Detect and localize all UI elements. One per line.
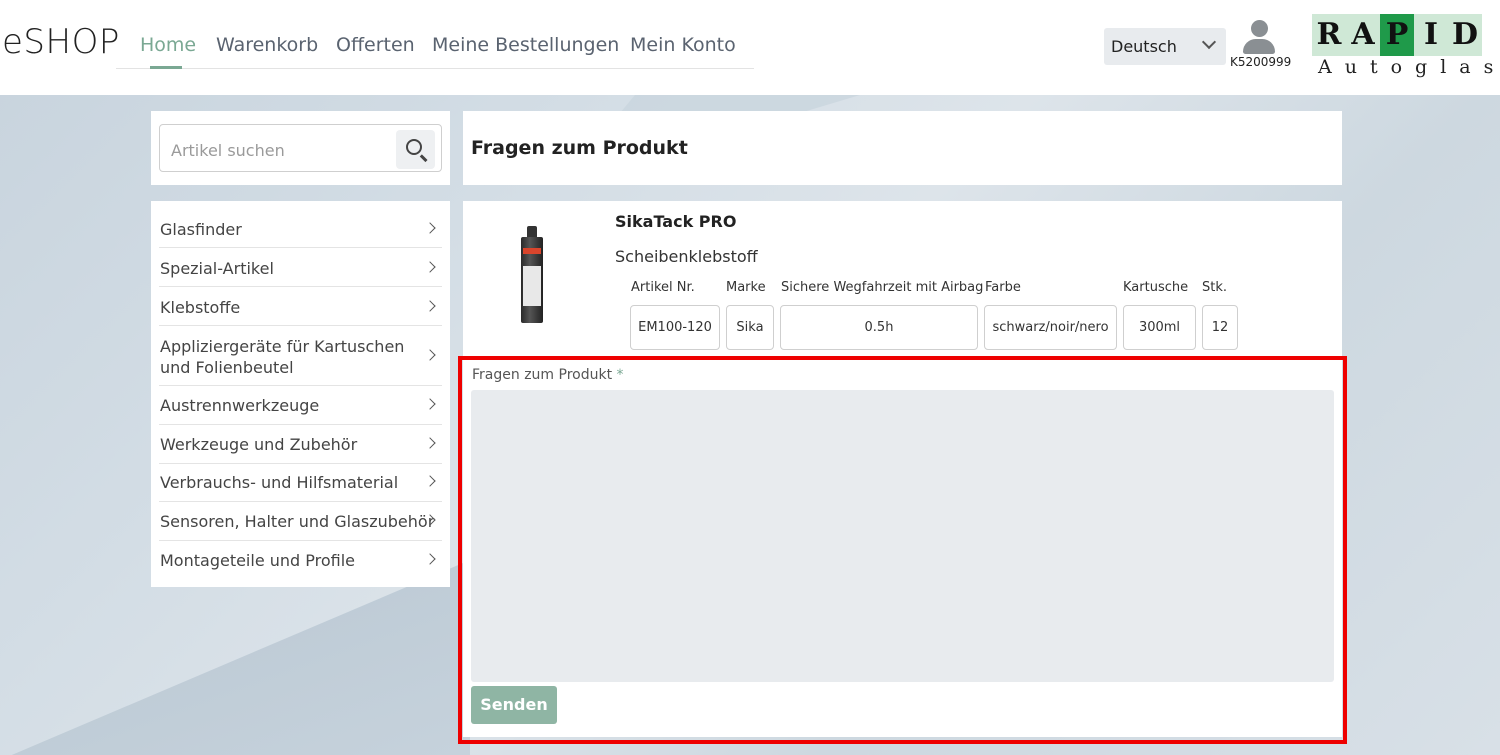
main-nav: Home Warenkorb Offerten Meine Bestellung… <box>116 0 754 69</box>
nav-home[interactable]: Home <box>140 34 196 56</box>
nav-orders[interactable]: Meine Bestellungen <box>432 34 619 56</box>
top-bar: eSHOP Home Warenkorb Offerten Meine Best… <box>0 0 1500 95</box>
sidebar-item-verbrauchsmaterial[interactable]: Verbrauchs- und Hilfsmaterial <box>159 464 442 502</box>
language-select[interactable]: Deutsch <box>1104 28 1226 65</box>
sidebar-item-sensoren[interactable]: Sensoren, Halter und Glaszubehör <box>159 502 442 541</box>
spec-label-stk: Stk. <box>1202 280 1228 295</box>
nav-account[interactable]: Mein Konto <box>630 34 736 56</box>
sidebar-item-appliziergeraete[interactable]: Appliziergeräte für Kartuschen und Folie… <box>159 326 442 386</box>
product-image <box>517 226 547 328</box>
spec-label-kartusche: Kartusche <box>1123 280 1189 295</box>
spec-label-wegfahrzeit: Sichere Wegfahrzeit mit Airbag <box>781 280 984 295</box>
spec-label-farbe: Farbe <box>985 280 1021 295</box>
chevron-right-icon <box>424 475 436 487</box>
chevron-right-icon <box>424 300 436 312</box>
spec-label-marke: Marke <box>726 280 766 295</box>
chevron-right-icon <box>424 349 436 361</box>
highlight-box <box>458 356 1347 744</box>
user-icon[interactable] <box>1242 20 1276 56</box>
chevron-right-icon <box>424 398 436 410</box>
search-button[interactable] <box>396 130 435 169</box>
page-title: Fragen zum Produkt <box>471 137 688 159</box>
chevron-right-icon <box>424 222 436 234</box>
sidebar-item-montageteile[interactable]: Montageteile und Profile <box>159 541 442 579</box>
sidebar-item-austrennwerkzeuge[interactable]: Austrennwerkzeuge <box>159 386 442 425</box>
search-placeholder: Artikel suchen <box>171 141 285 160</box>
brand-logo: R A P I D Autoglas <box>1312 14 1493 80</box>
language-value: Deutsch <box>1111 37 1177 56</box>
sidebar-item-spezial[interactable]: Spezial-Artikel <box>159 248 442 287</box>
spec-value-wegfahrzeit: 0.5h <box>780 305 978 350</box>
chevron-down-icon <box>1201 34 1217 50</box>
chevron-right-icon <box>424 553 436 565</box>
spec-value-kartusche: 300ml <box>1123 305 1196 350</box>
spec-value-marke: Sika <box>726 305 774 350</box>
spec-value-artikel: EM100-120 <box>630 305 720 350</box>
sidebar-item-glasfinder[interactable]: Glasfinder <box>159 208 442 248</box>
sidebar-item-klebstoffe[interactable]: Klebstoffe <box>159 287 442 326</box>
product-name: SikaTack PRO <box>615 212 737 231</box>
spec-label-artikel: Artikel Nr. <box>631 280 695 295</box>
spec-value-stk: 12 <box>1202 305 1238 350</box>
product-description: Scheibenklebstoff <box>615 247 758 266</box>
active-nav-indicator <box>150 66 182 69</box>
shop-logo[interactable]: eSHOP <box>2 22 120 62</box>
chevron-right-icon <box>424 437 436 449</box>
chevron-right-icon <box>424 261 436 273</box>
sidebar-item-werkzeuge[interactable]: Werkzeuge und Zubehör <box>159 425 442 464</box>
spec-value-farbe: schwarz/noir/nero <box>984 305 1117 350</box>
nav-offers[interactable]: Offerten <box>336 34 415 56</box>
user-id: K5200999 <box>1230 55 1292 69</box>
background-shape <box>0 560 470 755</box>
nav-cart[interactable]: Warenkorb <box>216 34 318 56</box>
